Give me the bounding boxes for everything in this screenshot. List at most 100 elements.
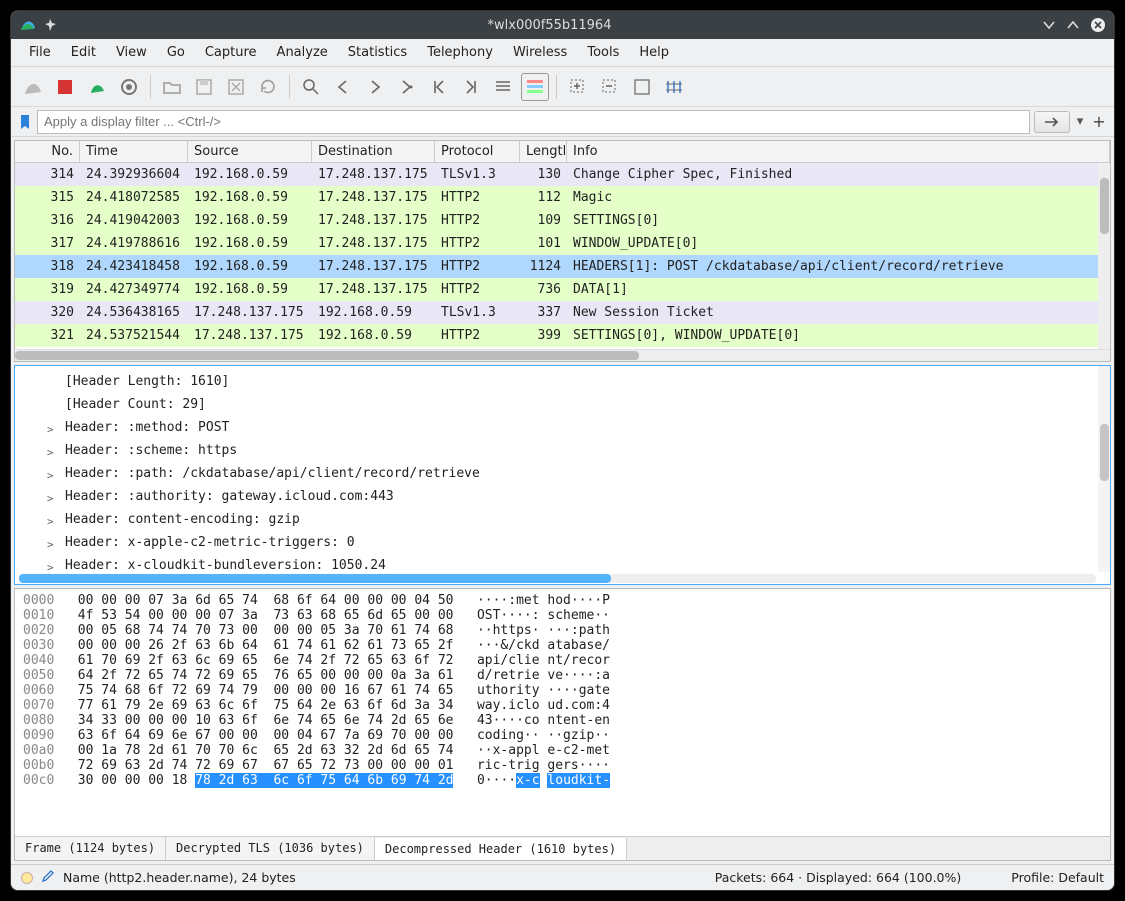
pin-icon[interactable]	[43, 18, 57, 32]
restart-capture-icon[interactable]	[83, 73, 111, 101]
status-bar: Name (http2.header.name), 24 bytes Packe…	[11, 864, 1114, 890]
colorize-icon[interactable]	[521, 73, 549, 101]
hex-line[interactable]: 0060 75 74 68 6f 72 69 74 79 00 00 00 16…	[23, 683, 1102, 698]
app-icon	[19, 16, 37, 34]
window-title: *wlx000f55b11964	[57, 18, 1042, 33]
detail-line[interactable]: >Header: :authority: gateway.icloud.com:…	[65, 485, 1102, 508]
status-packet-count: Packets: 664 · Displayed: 664 (100.0%)	[715, 870, 962, 885]
details-vscroll[interactable]	[1098, 366, 1110, 572]
hex-line[interactable]: 00b0 72 69 63 2d 74 72 69 67 67 65 72 73…	[23, 758, 1102, 773]
menu-go[interactable]: Go	[157, 41, 195, 64]
menu-capture[interactable]: Capture	[195, 41, 267, 64]
go-forward-icon[interactable]	[361, 73, 389, 101]
open-file-icon[interactable]	[158, 73, 186, 101]
detail-line[interactable]: >Header: :scheme: https	[65, 439, 1102, 462]
detail-line[interactable]: >Header: :method: POST	[65, 416, 1102, 439]
go-first-icon[interactable]	[425, 73, 453, 101]
col-header-len[interactable]: Lengtl	[520, 141, 567, 162]
col-header-info[interactable]: Info	[567, 141, 1110, 162]
hex-line[interactable]: 0070 77 61 79 2e 69 63 6c 6f 75 64 2e 63…	[23, 698, 1102, 713]
close-icon[interactable]	[1090, 17, 1106, 33]
packet-list: No. Time Source Destination Protocol Len…	[14, 140, 1111, 362]
packet-row[interactable]: 31624.419042003192.168.0.5917.248.137.17…	[15, 209, 1110, 232]
hex-line[interactable]: 0020 00 05 68 74 74 70 73 00 00 00 05 3a…	[23, 623, 1102, 638]
menu-telephony[interactable]: Telephony	[417, 41, 503, 64]
hex-tabs: Frame (1124 bytes) Decrypted TLS (1036 b…	[15, 836, 1110, 860]
menu-help[interactable]: Help	[629, 41, 679, 64]
packet-row[interactable]: 32124.53752154417.248.137.175192.168.0.5…	[15, 324, 1110, 347]
hex-tab-frame[interactable]: Frame (1124 bytes)	[15, 837, 166, 860]
zoom-out-icon[interactable]	[596, 73, 624, 101]
col-header-source[interactable]: Source	[188, 141, 312, 162]
maximize-icon[interactable]	[1066, 18, 1080, 32]
hex-line[interactable]: 0090 63 6f 64 69 6e 67 00 00 00 04 67 7a…	[23, 728, 1102, 743]
packet-list-header[interactable]: No. Time Source Destination Protocol Len…	[15, 141, 1110, 163]
stop-capture-icon[interactable]	[51, 73, 79, 101]
hex-tab-tls[interactable]: Decrypted TLS (1036 bytes)	[166, 837, 375, 860]
menu-wireless[interactable]: Wireless	[503, 41, 577, 64]
resize-columns-icon[interactable]	[660, 73, 688, 101]
zoom-reset-icon[interactable]	[628, 73, 656, 101]
hex-line[interactable]: 0010 4f 53 54 00 00 00 07 3a 73 63 68 65…	[23, 608, 1102, 623]
col-header-dest[interactable]: Destination	[312, 141, 435, 162]
status-profile[interactable]: Profile: Default	[1011, 870, 1104, 885]
packet-bytes: 0000 00 00 00 07 3a 6d 65 74 68 6f 64 00…	[14, 588, 1111, 861]
detail-line[interactable]: >Header: x-apple-c2-metric-triggers: 0	[65, 531, 1102, 554]
hex-line[interactable]: 0050 64 2f 72 65 74 72 69 65 76 65 00 00…	[23, 668, 1102, 683]
packet-list-vscroll[interactable]	[1098, 163, 1110, 349]
reload-icon[interactable]	[254, 73, 282, 101]
close-file-icon[interactable]	[222, 73, 250, 101]
add-filter-button[interactable]: +	[1090, 112, 1108, 131]
filter-apply-button[interactable]	[1034, 111, 1070, 133]
zoom-in-icon[interactable]	[564, 73, 592, 101]
hex-line[interactable]: 0000 00 00 00 07 3a 6d 65 74 68 6f 64 00…	[23, 593, 1102, 608]
menubar: File Edit View Go Capture Analyze Statis…	[11, 39, 1114, 67]
col-header-proto[interactable]: Protocol	[435, 141, 520, 162]
packet-row[interactable]: 32024.53643816517.248.137.175192.168.0.5…	[15, 301, 1110, 324]
minimize-icon[interactable]	[1042, 18, 1056, 32]
go-back-icon[interactable]	[329, 73, 357, 101]
shark-fin-icon[interactable]	[19, 73, 47, 101]
hex-line[interactable]: 0080 34 33 00 00 00 10 63 6f 6e 74 65 6e…	[23, 713, 1102, 728]
menu-edit[interactable]: Edit	[61, 41, 106, 64]
menu-view[interactable]: View	[106, 41, 157, 64]
hex-line[interactable]: 00a0 00 1a 78 2d 61 70 70 6c 65 2d 63 32…	[23, 743, 1102, 758]
hex-line[interactable]: 00c0 30 00 00 00 18 78 2d 63 6c 6f 75 64…	[23, 773, 1102, 788]
expert-info-icon[interactable]	[21, 872, 33, 884]
find-icon[interactable]	[297, 73, 325, 101]
col-header-time[interactable]: Time	[80, 141, 188, 162]
detail-line[interactable]: >Header: content-encoding: gzip	[65, 508, 1102, 531]
filter-bar: ▾ +	[11, 107, 1114, 137]
detail-line[interactable]: >Header: :path: /ckdatabase/api/client/r…	[65, 462, 1102, 485]
bookmark-icon[interactable]	[17, 114, 33, 130]
packet-row[interactable]: 31424.392936604192.168.0.5917.248.137.17…	[15, 163, 1110, 186]
hex-line[interactable]: 0040 61 70 69 2f 63 6c 69 65 6e 74 2f 72…	[23, 653, 1102, 668]
detail-line[interactable]: [Header Length: 1610]	[65, 370, 1102, 393]
status-field-info: Name (http2.header.name), 24 bytes	[63, 870, 296, 885]
packet-list-hscroll[interactable]	[15, 349, 1110, 361]
packet-row[interactable]: 31524.418072585192.168.0.5917.248.137.17…	[15, 186, 1110, 209]
packet-row[interactable]: 31724.419788616192.168.0.5917.248.137.17…	[15, 232, 1110, 255]
col-header-no[interactable]: No.	[15, 141, 80, 162]
packet-row[interactable]: 31924.427349774192.168.0.5917.248.137.17…	[15, 278, 1110, 301]
details-hscroll[interactable]	[19, 574, 1096, 583]
hex-tab-decompressed[interactable]: Decompressed Header (1610 bytes)	[375, 838, 627, 861]
edit-icon[interactable]	[41, 869, 55, 886]
menu-analyze[interactable]: Analyze	[267, 41, 338, 64]
titlebar: *wlx000f55b11964	[11, 11, 1114, 39]
toolbar	[11, 67, 1114, 107]
filter-dropdown-icon[interactable]: ▾	[1074, 114, 1086, 129]
save-file-icon[interactable]	[190, 73, 218, 101]
packet-details: [Header Length: 1610][Header Count: 29]>…	[14, 365, 1111, 585]
menu-statistics[interactable]: Statistics	[338, 41, 417, 64]
packet-row[interactable]: 31824.423418458192.168.0.5917.248.137.17…	[15, 255, 1110, 278]
detail-line[interactable]: [Header Count: 29]	[65, 393, 1102, 416]
display-filter-input[interactable]	[37, 110, 1030, 134]
go-last-icon[interactable]	[457, 73, 485, 101]
menu-file[interactable]: File	[19, 41, 61, 64]
hex-line[interactable]: 0030 00 00 00 26 2f 63 6b 64 61 74 61 62…	[23, 638, 1102, 653]
goto-packet-icon[interactable]	[393, 73, 421, 101]
menu-tools[interactable]: Tools	[577, 41, 629, 64]
capture-options-icon[interactable]	[115, 73, 143, 101]
autoscroll-icon[interactable]	[489, 73, 517, 101]
